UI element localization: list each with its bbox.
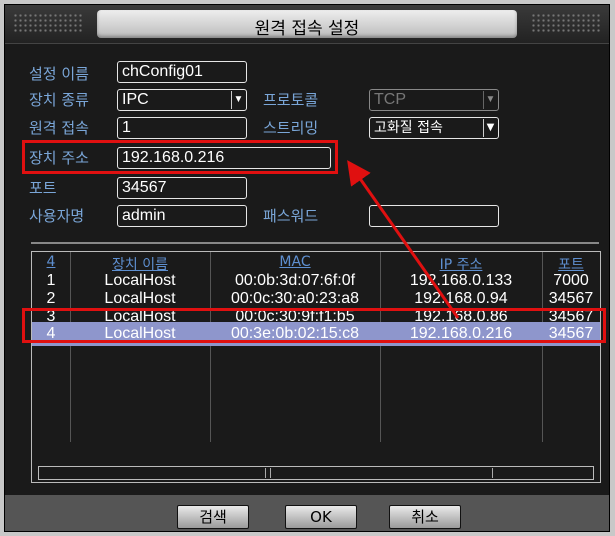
arrow-icon	[347, 160, 460, 319]
